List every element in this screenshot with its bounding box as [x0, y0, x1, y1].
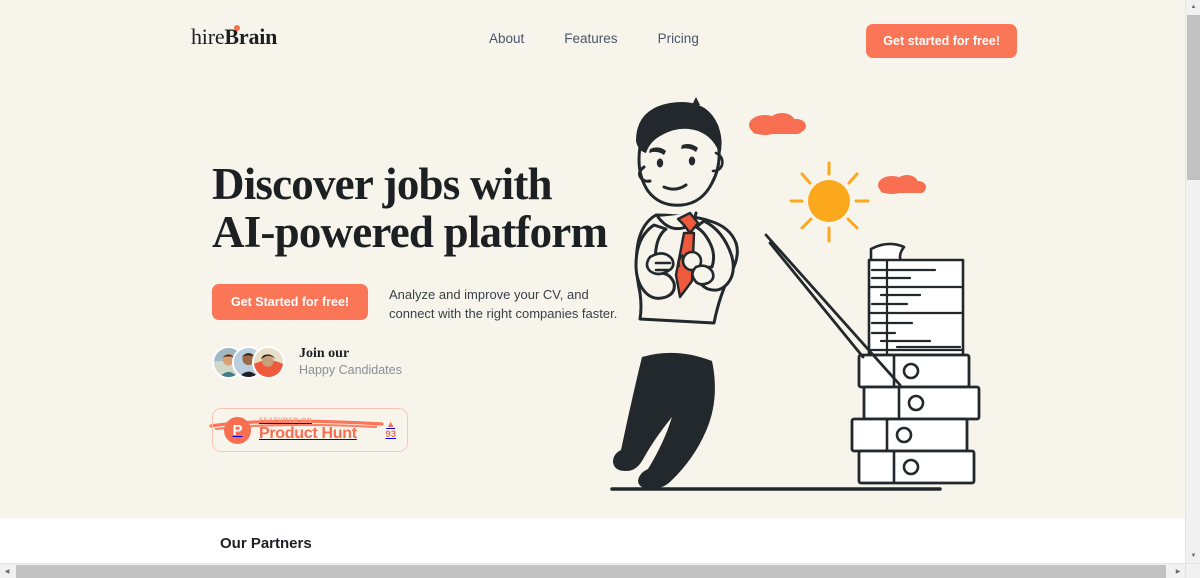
vertical-scrollbar[interactable]: ▲ ▼ — [1185, 0, 1200, 563]
hero-subtext: Analyze and improve your CV, and connect… — [389, 285, 617, 323]
upvote-count: 93 — [385, 429, 396, 441]
hero-subtext-line-2: connect with the right companies faster. — [389, 306, 618, 321]
vertical-scrollbar-thumb[interactable] — [1187, 15, 1200, 180]
nav-link-about[interactable]: About — [489, 31, 524, 46]
navbar-get-started-button[interactable]: Get started for free! — [866, 24, 1017, 58]
archive-box-2 — [862, 385, 981, 421]
trousers — [613, 352, 715, 489]
page-content: hireBrain About Features Pricing Get sta… — [0, 0, 1185, 563]
archive-boxes — [850, 353, 981, 485]
avatar-group — [212, 342, 290, 382]
businessman-head — [636, 97, 724, 207]
navbar: hireBrain About Features Pricing Get sta… — [0, 0, 1185, 80]
nav-link-features[interactable]: Features — [564, 31, 617, 46]
nav-link-pricing[interactable]: Pricing — [658, 31, 699, 46]
archive-box-3 — [850, 417, 969, 453]
logo-text-hire: hire — [191, 24, 225, 49]
avatar-candidate-3 — [252, 346, 285, 379]
hero-section: hireBrain About Features Pricing Get sta… — [0, 0, 1185, 518]
horizontal-scrollbar-thumb[interactable] — [16, 565, 1166, 578]
browser-viewport: hireBrain About Features Pricing Get sta… — [0, 0, 1200, 578]
scroll-up-arrow-icon[interactable]: ▲ — [1186, 0, 1200, 14]
paper-stack — [867, 242, 965, 357]
page-title: Discover jobs with AI-powered platform — [212, 160, 642, 256]
partners-title: Our Partners — [220, 535, 312, 552]
product-hunt-upvotes: ▲ 93 — [385, 420, 396, 440]
hero-get-started-button[interactable]: Get Started for free! — [212, 284, 369, 320]
scroll-right-arrow-icon[interactable]: ▶ — [1171, 564, 1185, 578]
hero-subtext-line-1: Analyze and improve your CV, and — [389, 287, 589, 302]
scroll-down-arrow-icon[interactable]: ▼ — [1186, 549, 1200, 563]
hero-left-column: Discover jobs with AI-powered platform G… — [209, 160, 642, 452]
social-proof: Join our Happy Candidates — [212, 342, 402, 382]
logo-text-brain: Brain — [224, 24, 278, 49]
headline-line-1: Discover jobs with — [212, 159, 553, 209]
product-hunt-badge[interactable]: P FEATURED ON Product Hunt ▲ 93 — [212, 408, 408, 452]
scroll-left-arrow-icon[interactable]: ◀ — [0, 564, 14, 578]
partners-section: Our Partners — [0, 518, 1185, 563]
hero-actions: Get Started for free! — [212, 284, 369, 320]
man-pulling-paperwork-illustration — [610, 97, 981, 491]
horizontal-scrollbar[interactable]: ◀ ▶ — [0, 563, 1200, 578]
product-hunt-name: Product Hunt — [259, 425, 357, 443]
social-proof-title: Join our — [299, 346, 350, 361]
social-proof-subtitle: Happy Candidates — [299, 363, 402, 377]
nav-links: About Features Pricing — [489, 31, 699, 46]
cloud-icon-1 — [749, 113, 806, 135]
archive-box-1 — [857, 353, 971, 389]
headline-line-2: AI-powered platform — [212, 207, 608, 257]
product-hunt-featured-label: FEATURED ON — [259, 416, 313, 424]
product-hunt-logo-icon: P — [224, 416, 251, 444]
scrollbar-corner — [1185, 563, 1200, 578]
sun-icon — [789, 161, 870, 243]
archive-box-4 — [857, 449, 976, 485]
social-proof-text: Join our Happy Candidates — [299, 345, 402, 379]
product-hunt-text: FEATURED ON Product Hunt — [259, 416, 357, 443]
cloud-icon-2 — [878, 175, 926, 194]
logo-dot-icon — [234, 25, 240, 31]
upvote-triangle-icon: ▲ — [386, 419, 396, 430]
